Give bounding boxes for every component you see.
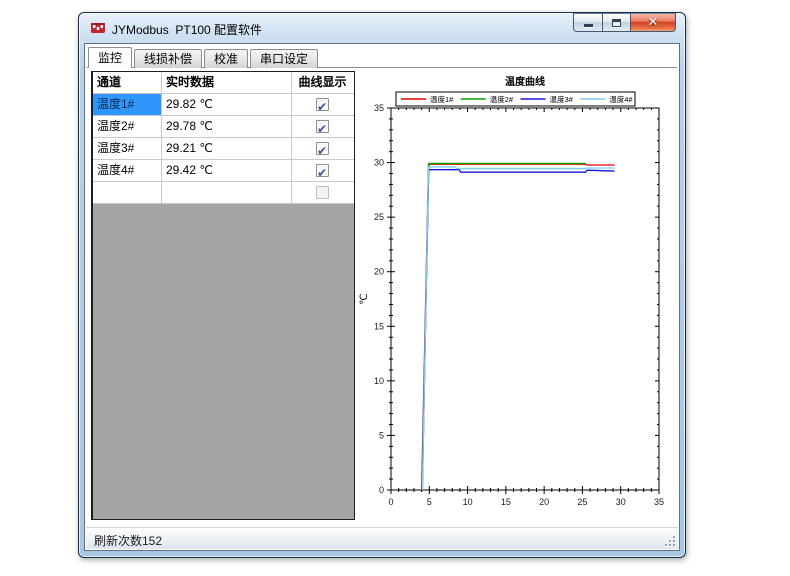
svg-text:10: 10 xyxy=(463,497,473,507)
app-icon xyxy=(90,20,106,36)
channel-cell[interactable]: 温度3# xyxy=(93,138,162,159)
temperature-chart: 00 5 5 10 10 15 15 20 20 25 25 30 30 35 35 温度曲线温度1# 温度2#… xyxy=(358,71,672,523)
value-cell: 29.21 ℃ xyxy=(162,138,292,159)
curve-checkbox[interactable] xyxy=(316,142,329,155)
svg-text:℃: ℃ xyxy=(359,293,370,304)
channel-cell[interactable]: 温度2# xyxy=(93,116,162,137)
window-title: JYModbus PT100 配置软件 xyxy=(112,21,262,38)
table-row[interactable]: 温度3# 29.21 ℃ xyxy=(93,138,354,160)
svg-text:35: 35 xyxy=(374,103,384,113)
svg-text:30: 30 xyxy=(374,158,384,168)
curve-checkbox[interactable] xyxy=(316,164,329,177)
titlebar[interactable]: JYModbus PT100 配置软件 ✕ xyxy=(79,13,685,43)
value-cell xyxy=(162,182,292,203)
table-row[interactable]: 温度2# 29.78 ℃ xyxy=(93,116,354,138)
chart-panel: 00 5 5 10 10 15 15 20 20 25 25 30 30 35 35 温度曲线温度1# 温度2#… xyxy=(358,71,672,523)
value-cell: 29.82 ℃ xyxy=(162,94,292,115)
client-area: 监控 线损补偿 校准 串口设定 通道 实时数据 曲线显示 温度1# 29.82 … xyxy=(84,43,680,551)
table-row[interactable]: 温度1# 29.82 ℃ xyxy=(93,94,354,116)
close-button[interactable]: ✕ xyxy=(631,13,676,32)
svg-text:温度4#: 温度4# xyxy=(609,94,633,104)
desktop-background: JYModbus PT100 配置软件 ✕ 监控 线损补偿 校准 串口设定 通道 xyxy=(0,0,790,576)
curve-checkbox[interactable] xyxy=(316,98,329,111)
svg-text:25: 25 xyxy=(577,497,587,507)
table-row-empty[interactable] xyxy=(93,182,354,204)
minimize-button[interactable] xyxy=(573,13,602,32)
channel-cell[interactable]: 温度1# xyxy=(93,94,162,115)
channel-cell[interactable]: 温度4# xyxy=(93,160,162,181)
value-cell: 29.42 ℃ xyxy=(162,160,292,181)
resize-grip[interactable] xyxy=(663,534,675,546)
close-icon: ✕ xyxy=(648,14,659,31)
curve-checkbox[interactable] xyxy=(316,186,329,199)
header-curve-display: 曲线显示 xyxy=(292,72,353,93)
tab-line-loss[interactable]: 线损补偿 xyxy=(134,49,202,68)
table-row[interactable]: 温度4# 29.42 ℃ xyxy=(93,160,354,182)
channel-cell[interactable] xyxy=(93,182,162,203)
tab-strip: 监控 线损补偿 校准 串口设定 xyxy=(88,47,676,68)
svg-text:0: 0 xyxy=(379,485,384,495)
channel-table: 通道 实时数据 曲线显示 温度1# 29.82 ℃ 温度2# 29.78 ℃ xyxy=(91,71,355,520)
svg-text:20: 20 xyxy=(374,267,384,277)
svg-text:35: 35 xyxy=(654,497,664,507)
restore-button[interactable] xyxy=(602,13,631,32)
svg-text:20: 20 xyxy=(539,497,549,507)
svg-text:0: 0 xyxy=(388,497,393,507)
header-channel: 通道 xyxy=(93,72,162,93)
svg-text:5: 5 xyxy=(427,497,432,507)
svg-text:温度曲线: 温度曲线 xyxy=(505,75,545,88)
svg-text:15: 15 xyxy=(501,497,511,507)
status-bar: 刷新次数152 xyxy=(86,527,678,549)
table-header-row: 通道 实时数据 曲线显示 xyxy=(93,72,354,94)
svg-text:10: 10 xyxy=(374,376,384,386)
refresh-count-label: 刷新次数152 xyxy=(94,532,162,549)
svg-text:30: 30 xyxy=(616,497,626,507)
svg-text:温度3#: 温度3# xyxy=(550,94,574,104)
value-cell: 29.78 ℃ xyxy=(162,116,292,137)
svg-text:温度2#: 温度2# xyxy=(490,94,514,104)
caption-buttons: ✕ xyxy=(573,13,676,32)
tab-calibration[interactable]: 校准 xyxy=(204,49,248,68)
svg-text:温度1#: 温度1# xyxy=(430,94,454,104)
svg-text:15: 15 xyxy=(374,321,384,331)
minimize-icon xyxy=(584,24,593,27)
header-realtime: 实时数据 xyxy=(162,72,292,93)
svg-text:25: 25 xyxy=(374,212,384,222)
svg-text:5: 5 xyxy=(379,430,384,440)
restore-icon xyxy=(612,19,621,27)
tab-serial-setup[interactable]: 串口设定 xyxy=(250,49,318,68)
monitor-tab-page: 通道 实时数据 曲线显示 温度1# 29.82 ℃ 温度2# 29.78 ℃ xyxy=(87,68,677,525)
tab-monitor[interactable]: 监控 xyxy=(88,47,132,68)
curve-checkbox[interactable] xyxy=(316,120,329,133)
app-window: JYModbus PT100 配置软件 ✕ 监控 线损补偿 校准 串口设定 通道 xyxy=(78,12,686,558)
